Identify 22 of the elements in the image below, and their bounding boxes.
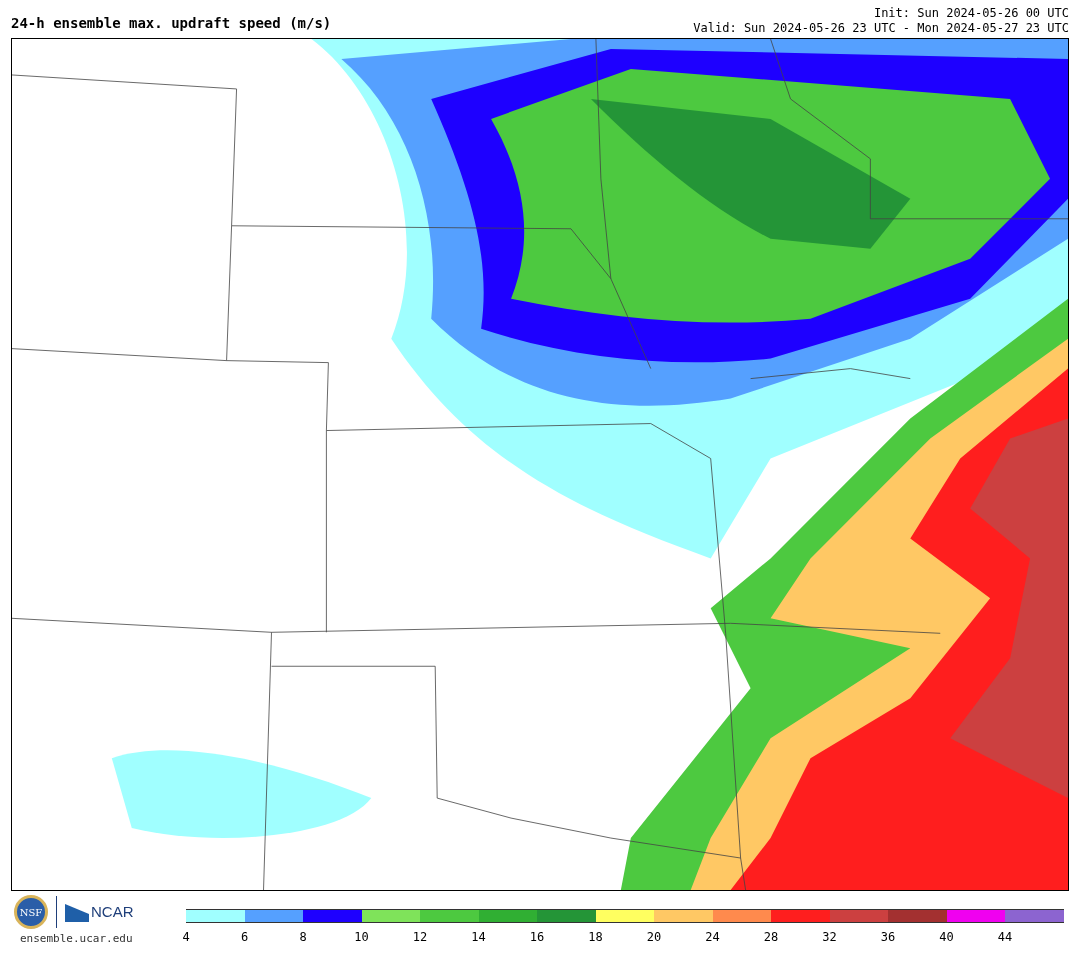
scale-label: 10 [354,929,369,946]
nsf-logo: NSF [14,895,48,929]
chart-title: 24-h ensemble max. updraft speed (m/s) [11,16,332,33]
scale-label: 8 [299,929,307,946]
scale-label: 6 [240,929,249,946]
scale-label: 44 [997,929,1013,946]
scale-label: 36 [880,929,896,946]
init-time: Init: Sun 2024-05-26 00 UTC [873,6,1069,21]
scale-label: 18 [588,929,603,946]
scale-label: 40 [939,929,954,946]
scale-label: 20 [646,929,662,946]
ncar-logo: NCAR [91,901,134,922]
scale-label: 4 [182,929,190,946]
scale-label: 12 [412,929,428,946]
scale-label: 28 [763,929,779,946]
valid-time: Valid: Sun 2024-05-26 23 UTC - Mon 2024-05-27 23 UTC [693,21,1069,36]
ncar-mark-icon [65,902,89,922]
scale-label: 32 [822,929,837,946]
scale-label: 24 [705,929,720,946]
scale-label: 16 [529,929,545,946]
site-url: ensemble.ucar.edu [19,931,133,947]
scale-label: 14 [471,929,486,946]
